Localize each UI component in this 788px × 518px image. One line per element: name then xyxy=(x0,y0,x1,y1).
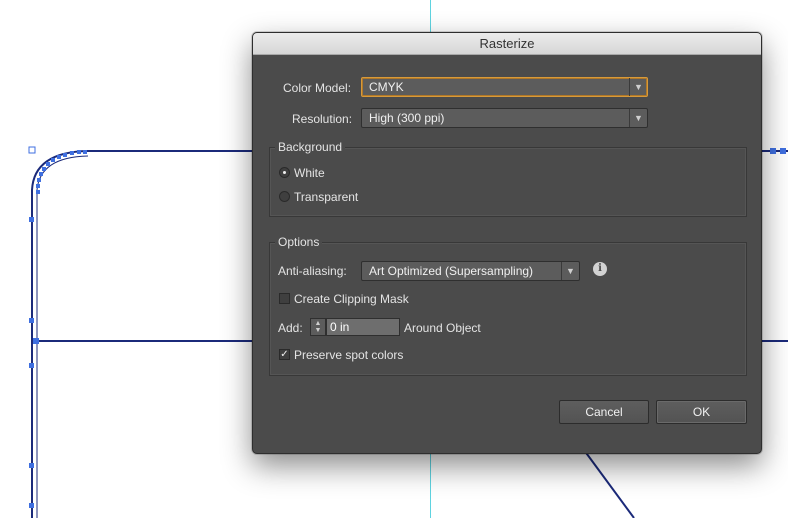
color-model-select[interactable]: CMYK ▼ xyxy=(361,77,648,97)
stepper-up-icon[interactable]: ▲ xyxy=(311,320,325,327)
add-input[interactable]: 0 in xyxy=(326,318,400,336)
resolution-select[interactable]: High (300 ppi) ▼ xyxy=(361,108,648,128)
radio-transparent[interactable] xyxy=(279,191,290,202)
artwork-diagonal-line xyxy=(583,449,635,518)
dialog-title: Rasterize xyxy=(253,33,761,55)
chevron-down-icon: ▼ xyxy=(629,109,647,127)
anti-aliasing-value: Art Optimized (Supersampling) xyxy=(369,264,534,278)
ok-button[interactable]: OK xyxy=(656,400,747,424)
radio-white[interactable] xyxy=(279,167,290,178)
resolution-value: High (300 ppi) xyxy=(369,111,445,125)
rasterize-dialog: Rasterize Color Model: CMYK ▼ Resolution… xyxy=(252,32,762,454)
artwork-inner-path xyxy=(36,155,89,518)
chevron-down-icon: ▼ xyxy=(561,262,579,280)
preserve-spot-label[interactable]: Preserve spot colors xyxy=(294,348,403,362)
options-group-title: Options xyxy=(275,235,323,249)
resolution-label: Resolution: xyxy=(292,112,353,126)
anti-aliasing-select[interactable]: Art Optimized (Supersampling) ▼ xyxy=(361,261,580,281)
radio-white-label[interactable]: White xyxy=(294,166,325,180)
preserve-spot-checkbox[interactable]: ✓ xyxy=(279,349,290,360)
clipping-mask-label[interactable]: Create Clipping Mask xyxy=(294,292,409,306)
color-model-label: Color Model: xyxy=(283,81,352,95)
chevron-down-icon: ▼ xyxy=(629,78,647,96)
add-label: Add: xyxy=(278,321,303,335)
background-group xyxy=(269,147,747,217)
radio-transparent-label[interactable]: Transparent xyxy=(294,190,358,204)
anti-aliasing-label: Anti-aliasing: xyxy=(278,264,347,278)
cancel-button[interactable]: Cancel xyxy=(559,400,649,424)
info-icon[interactable]: i xyxy=(593,262,607,276)
stepper-down-icon[interactable]: ▼ xyxy=(311,327,325,334)
add-stepper[interactable]: ▲ ▼ xyxy=(310,318,326,336)
color-model-value: CMYK xyxy=(369,80,404,94)
checkmark-icon: ✓ xyxy=(280,349,289,360)
clipping-mask-checkbox[interactable] xyxy=(279,293,290,304)
background-group-title: Background xyxy=(275,140,346,154)
add-suffix-label: Around Object xyxy=(404,321,481,335)
